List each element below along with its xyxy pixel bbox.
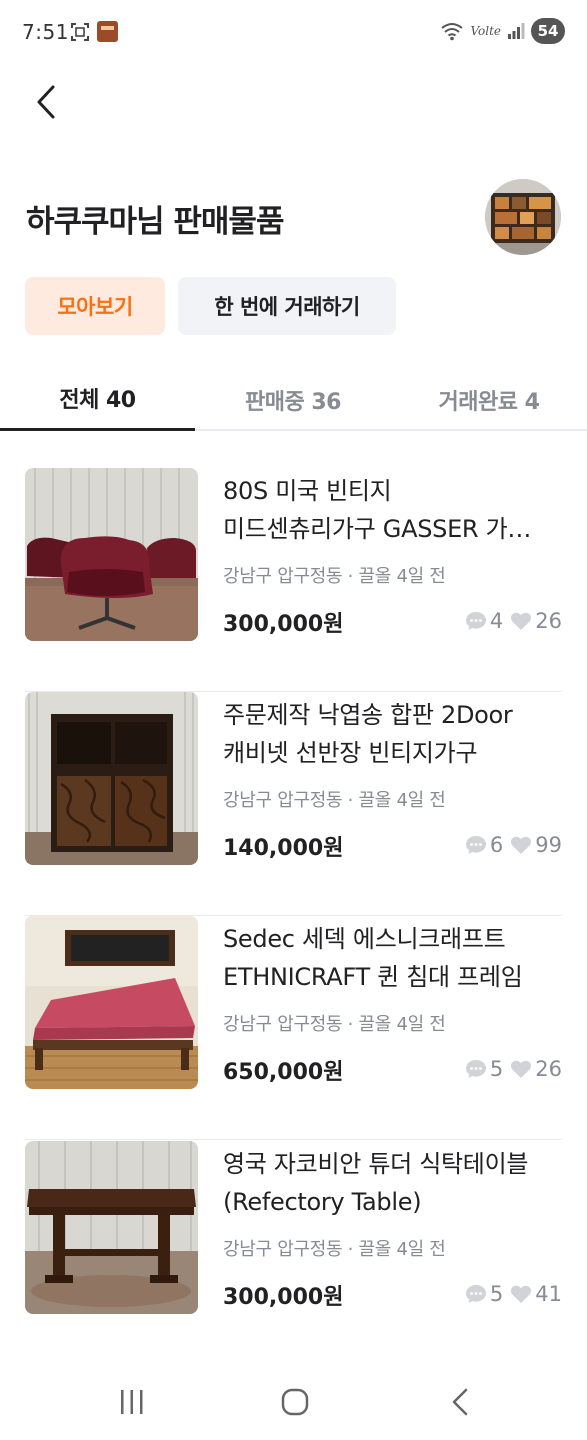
back-button[interactable] xyxy=(28,82,64,122)
chat-icon xyxy=(465,836,486,854)
like-count: 26 xyxy=(535,609,562,633)
item-meta: 강남구 압구정동 · 끌올 4일 전 xyxy=(223,1239,446,1260)
collect-view-button[interactable]: 모아보기 xyxy=(25,277,165,335)
heart-icon xyxy=(511,836,532,854)
item-meta: 강남구 압구정동 · 끌올 4일 전 xyxy=(223,1014,446,1035)
chevron-left-icon xyxy=(37,85,55,119)
chat-icon xyxy=(465,1285,486,1303)
like-count: 41 xyxy=(535,1282,562,1306)
item-thumbnail xyxy=(25,692,198,865)
item-price: 140,000원 xyxy=(223,836,344,861)
status-time: 7:51 xyxy=(22,20,69,44)
screenshot-icon xyxy=(71,23,89,41)
signal-icon xyxy=(508,23,525,39)
heart-icon xyxy=(511,1285,532,1303)
heart-icon xyxy=(511,612,532,630)
system-back-button[interactable] xyxy=(430,1380,490,1424)
chat-count: 5 xyxy=(489,1057,504,1081)
tab-all[interactable]: 전체 40 xyxy=(0,368,195,431)
item-price: 300,000원 xyxy=(223,1285,344,1310)
recent-apps-button[interactable] xyxy=(102,1380,162,1424)
tab-selling[interactable]: 판매중 36 xyxy=(195,368,391,431)
item-title: 주문제작 낙엽송 합판 2Door 캐비넷 선반장 빈티지가구 xyxy=(223,701,513,767)
list-item[interactable]: 주문제작 낙엽송 합판 2Door 캐비넷 선반장 빈티지가구 강남구 압구정동… xyxy=(25,692,562,916)
page-title: 하쿠쿠마님 판매물품 xyxy=(26,204,284,240)
chat-count: 6 xyxy=(489,833,504,857)
home-button[interactable] xyxy=(265,1380,325,1424)
item-price: 300,000원 xyxy=(223,612,344,637)
chat-icon xyxy=(465,612,486,630)
like-count: 26 xyxy=(535,1057,562,1081)
item-stats: 5 41 xyxy=(465,1282,562,1306)
item-thumbnail xyxy=(25,916,198,1089)
avatar-image xyxy=(485,179,561,255)
chat-icon xyxy=(465,1060,486,1078)
status-indicators: Volte 54 xyxy=(440,18,565,44)
item-title: 영국 자코비안 튜더 식탁테이블 (Refectory Table) xyxy=(223,1150,529,1216)
app-notification-icon xyxy=(97,21,118,42)
item-title: Sedec 세덱 에스니크래프트 ETHNICRAFT 퀸 침대 프레임 xyxy=(223,925,523,991)
list-item[interactable]: Sedec 세덱 에스니크래프트 ETHNICRAFT 퀸 침대 프레임 강남구… xyxy=(25,916,562,1140)
like-count: 99 xyxy=(535,833,562,857)
list-item[interactable]: 80S 미국 빈티지 미드센츄리가구 GASSER 가서 체어 강남구 압구정동… xyxy=(25,468,562,692)
item-price: 650,000원 xyxy=(223,1060,344,1085)
bundle-trade-button[interactable]: 한 번에 거래하기 xyxy=(178,277,396,335)
system-nav-bar xyxy=(0,1362,587,1440)
item-meta: 강남구 압구정동 · 끌올 4일 전 xyxy=(223,790,446,811)
item-thumbnail xyxy=(25,1141,198,1314)
tab-completed[interactable]: 거래완료 4 xyxy=(391,368,587,431)
item-stats: 5 26 xyxy=(465,1057,562,1081)
item-meta: 강남구 압구정동 · 끌올 4일 전 xyxy=(223,566,446,587)
tab-bar: 전체 40 판매중 36 거래완료 4 xyxy=(0,368,587,431)
status-bar: 7:51 Volte 54 xyxy=(0,0,587,64)
item-stats: 6 99 xyxy=(465,833,562,857)
seller-avatar[interactable] xyxy=(485,179,561,255)
chat-count: 4 xyxy=(489,609,504,633)
wifi-icon xyxy=(441,23,464,41)
battery-indicator: 54 xyxy=(531,18,565,44)
heart-icon xyxy=(511,1060,532,1078)
chat-count: 5 xyxy=(489,1282,504,1306)
item-stats: 4 26 xyxy=(465,609,562,633)
home-icon xyxy=(281,1388,309,1416)
lte-indicator: Volte xyxy=(470,24,501,38)
back-arrow-icon xyxy=(452,1388,468,1416)
list-item[interactable]: 영국 자코비안 튜더 식탁테이블 (Refectory Table) 강남구 압… xyxy=(25,1141,562,1365)
item-title: 80S 미국 빈티지 미드센츄리가구 GASSER 가서 체어 xyxy=(223,477,530,543)
recent-apps-icon xyxy=(121,1390,143,1414)
item-thumbnail xyxy=(25,468,198,641)
